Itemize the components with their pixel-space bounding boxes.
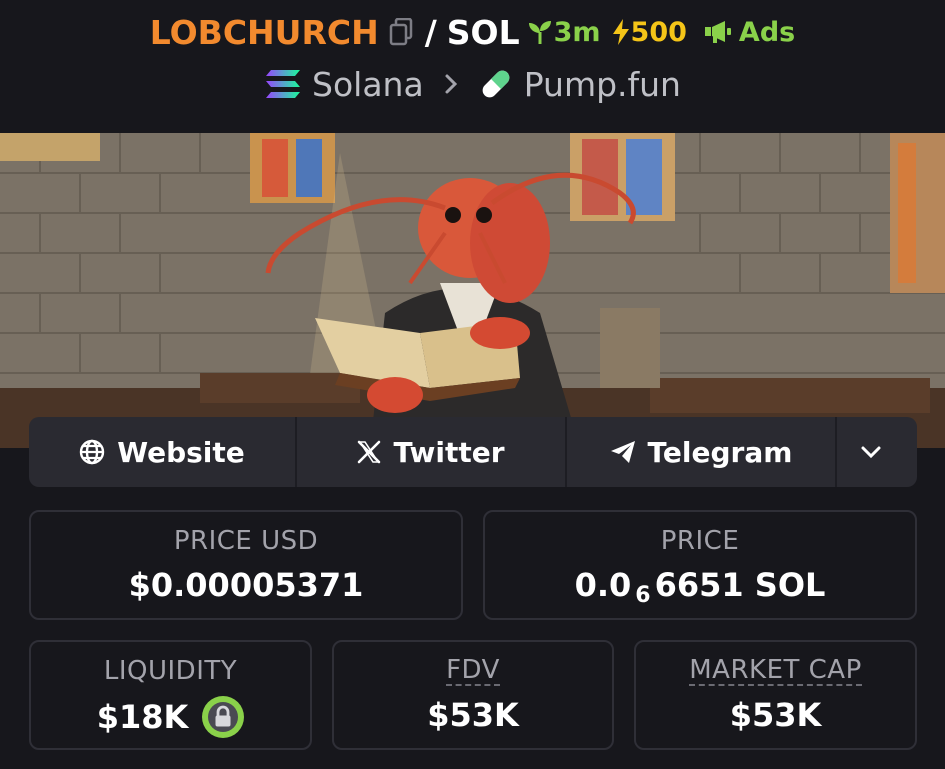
chain-name[interactable]: Solana	[312, 65, 424, 104]
token-name[interactable]: LOBCHURCH	[150, 13, 379, 52]
price-prefix: 0.0	[574, 566, 632, 604]
price-value: 0.0 6 6651 SOL	[574, 566, 826, 608]
more-links-button[interactable]	[837, 417, 917, 487]
pill-icon	[478, 66, 514, 102]
pair-age: 3m	[526, 17, 601, 48]
telegram-button[interactable]: Telegram	[567, 417, 837, 487]
ads-label: Ads	[738, 16, 796, 48]
liquidity-value: $18K	[96, 698, 189, 736]
telegram-label: Telegram	[647, 435, 793, 469]
market-cap-card: MARKET CAP $53K	[634, 640, 917, 750]
price-label: PRICE	[660, 526, 740, 556]
globe-icon	[80, 439, 105, 465]
website-button[interactable]: Website	[29, 417, 297, 487]
pair-separator: /	[424, 12, 437, 52]
price-usd-card: PRICE USD $0.00005371	[29, 510, 463, 620]
chain-breadcrumb: Solana Pump.fun	[0, 62, 945, 106]
market-cap-value: $53K	[729, 696, 822, 734]
lock-icon[interactable]	[202, 696, 245, 738]
fdv-card: FDV $53K	[332, 640, 614, 750]
boost-count: 500	[630, 16, 687, 48]
fdv-label[interactable]: FDV	[446, 656, 500, 686]
website-label: Website	[117, 435, 245, 469]
dex-name[interactable]: Pump.fun	[524, 65, 681, 104]
price-usd-value: $0.00005371	[128, 566, 364, 604]
price-usd-label: PRICE USD	[173, 526, 319, 556]
price-digits: 6651 SOL	[654, 566, 826, 604]
telegram-icon	[610, 441, 635, 463]
price-card: PRICE 0.0 6 6651 SOL	[483, 510, 917, 620]
twitter-button[interactable]: Twitter	[297, 417, 567, 487]
title-row: LOBCHURCH / SOL 3m 500 Ads	[0, 10, 945, 54]
chevron-right-icon	[444, 73, 458, 95]
seedling-icon	[528, 21, 551, 44]
fdv-value: $53K	[427, 696, 519, 734]
market-cap-label[interactable]: MARKET CAP	[689, 656, 862, 686]
copy-icon[interactable]	[389, 18, 413, 46]
solana-icon	[264, 68, 302, 100]
pair-age-text: 3m	[553, 16, 601, 48]
megaphone-icon	[704, 21, 731, 43]
ads-button[interactable]: Ads	[703, 17, 795, 48]
quote-token: SOL	[446, 12, 520, 52]
token-banner-image	[0, 133, 945, 448]
liquidity-card: LIQUIDITY $18K	[29, 640, 312, 750]
social-links-bar: Website Twitter Telegram	[29, 417, 917, 487]
boost-badge[interactable]: 500	[611, 17, 687, 48]
lightning-icon	[612, 19, 629, 45]
liquidity-label: LIQUIDITY	[103, 656, 238, 686]
price-zero-count: 6	[635, 582, 651, 608]
chevron-down-icon	[861, 446, 881, 459]
twitter-label: Twitter	[393, 435, 505, 469]
x-icon	[358, 440, 381, 464]
token-header: LOBCHURCH / SOL 3m 500 Ads Solana Pump.f…	[0, 0, 945, 133]
liquidity-value-row: $18K	[97, 696, 245, 738]
